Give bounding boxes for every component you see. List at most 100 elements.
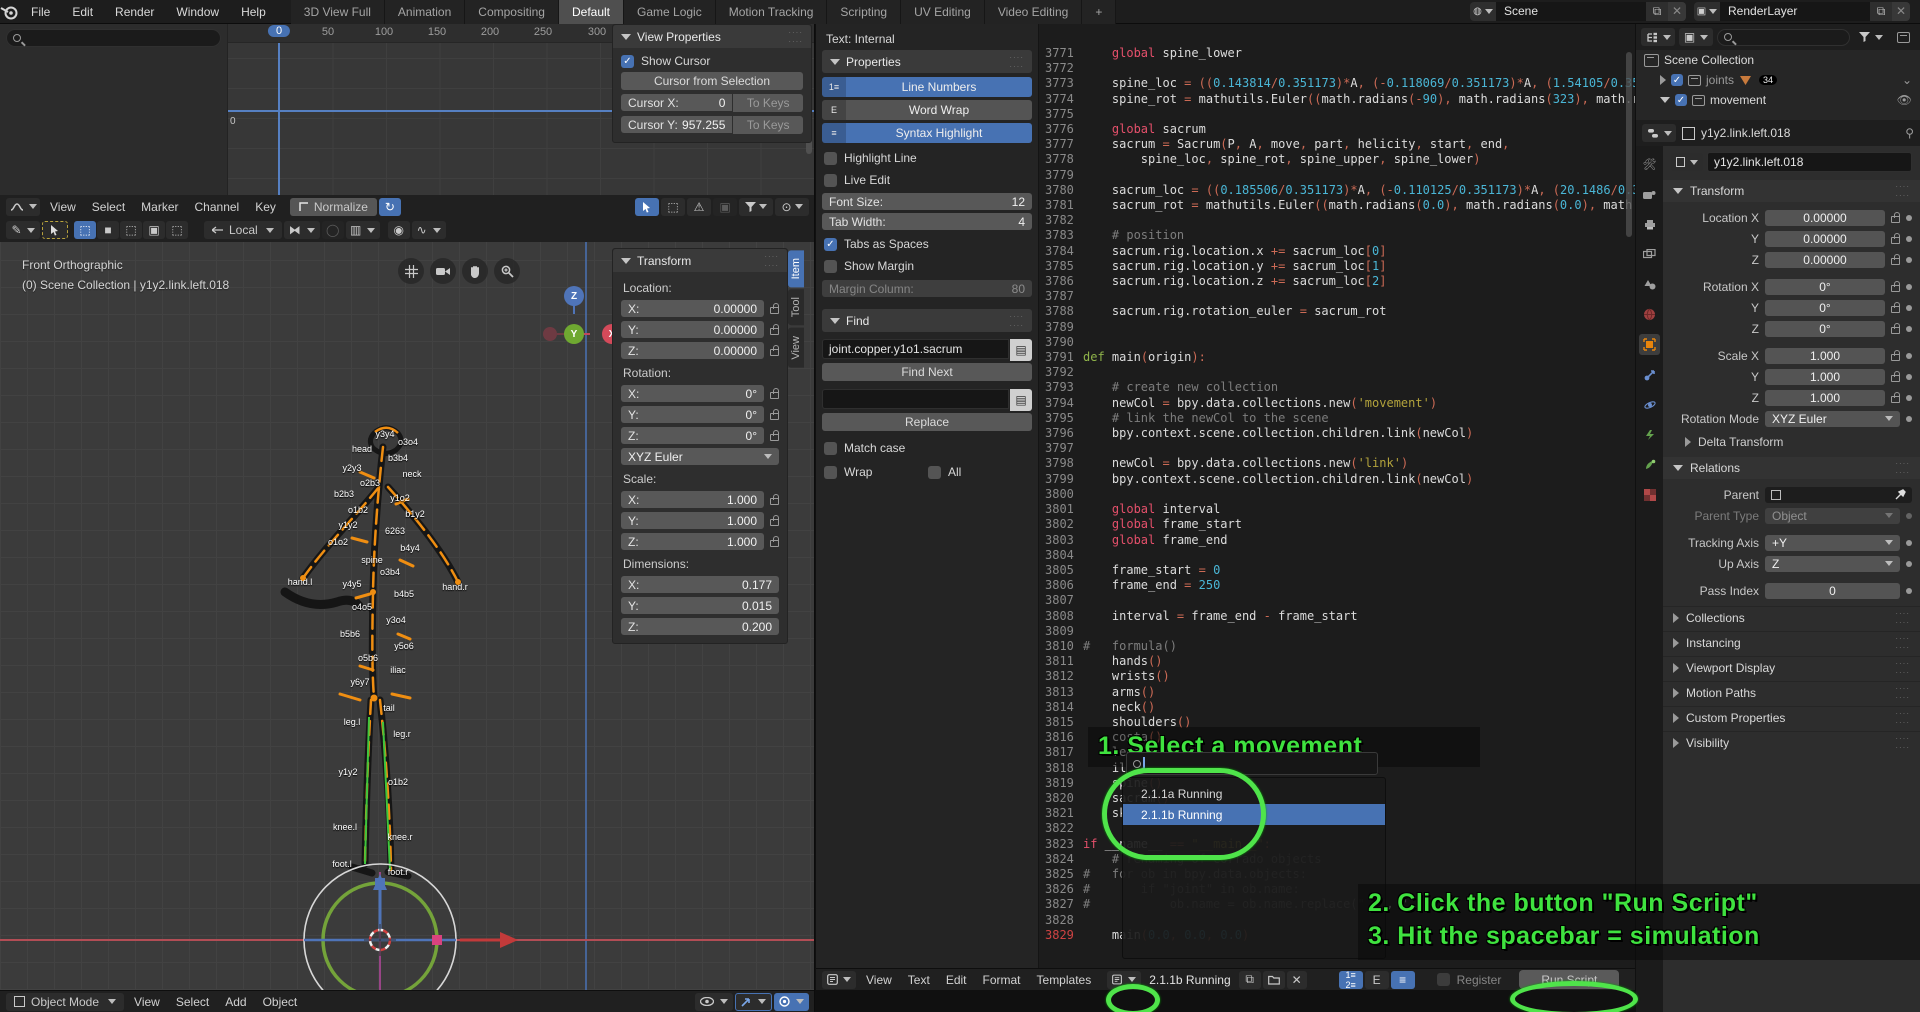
lock-icon[interactable] [1891,258,1900,265]
select-tool-icon[interactable] [635,198,659,216]
code-line[interactable]: 3809 [1039,624,1635,639]
lock-icon[interactable] [1891,396,1900,403]
value-field[interactable]: 0.00000 [1765,231,1885,247]
animate-dot-icon[interactable] [1906,326,1912,332]
ruler-frame-label[interactable]: 100 [375,26,393,38]
line-numbers-toggle-icon[interactable]: 1≡2≡ [1339,971,1363,989]
code-line[interactable]: 3799 bpy.context.scene.collection.childr… [1039,472,1635,487]
tracking-axis-row[interactable]: Tracking Axis +Y [1671,533,1912,552]
value-field[interactable]: 1.000 [1765,369,1885,385]
code-line[interactable]: 3800 [1039,487,1635,502]
value-field[interactable]: 1.000 [1765,348,1885,364]
code-line[interactable]: 3773 spine_loc = ((0.143814/0.351173)*A,… [1039,76,1635,91]
code-line[interactable]: 3777 sacrum = Sacrum(P, A, move, part, h… [1039,137,1635,152]
lock-icon[interactable] [770,434,779,441]
checkbox-highlight-line[interactable]: Highlight Line [824,151,1032,165]
rotation-mode-dropdown[interactable]: XYZ Euler [1765,411,1900,427]
filter-icon[interactable] [739,198,773,216]
find-panel-header[interactable]: Find········ [822,309,1032,332]
up-axis-dropdown[interactable]: Z [1765,556,1900,572]
animate-dot-icon[interactable] [1906,353,1912,359]
replace-from-text-icon[interactable]: ▤ [1010,389,1032,411]
normalize-toggle[interactable]: Normalize [290,198,377,216]
lock-icon[interactable] [770,540,779,547]
show-cursor-checkbox[interactable]: ✓Show Cursor [621,54,803,68]
section-viewport-display[interactable]: Viewport Display········ [1663,656,1920,678]
cursor-tool-icon[interactable] [42,221,68,239]
select-mode-and-icon[interactable]: ⬚ [166,221,188,239]
workspace-tab-motion-tracking[interactable]: Motion Tracking [716,0,828,24]
tab-object-icon-active[interactable] [1639,334,1660,355]
rotation-y-field[interactable]: Y:0° [621,406,779,423]
match-case-checkbox[interactable]: Match case [824,441,1032,455]
code-line[interactable]: 3787 [1039,289,1635,304]
tab-physics-icon[interactable] [1639,424,1660,445]
margin-column-field[interactable]: Margin Column:80 [822,280,1032,297]
graph-menu-marker[interactable]: Marker [133,200,186,214]
playhead[interactable] [278,43,280,195]
chevron-icon[interactable]: ⌄ [1902,73,1912,87]
proportional-edit-icon[interactable]: ◯ [322,221,344,239]
npanel-tab-item[interactable]: Item [788,250,804,287]
tab-render-icon[interactable] [1639,184,1660,205]
panel-grip-icon[interactable]: ········ [764,252,779,270]
lock-icon[interactable] [770,307,779,314]
lock-icon[interactable] [770,349,779,356]
proportional-dropdown[interactable] [774,993,809,1011]
topbar-menu-file[interactable]: File [20,0,61,24]
workspace-tab-scripting[interactable]: Scripting [827,0,901,24]
code-line[interactable]: 3810# formula() [1039,639,1635,654]
tab-world-icon[interactable] [1639,304,1660,325]
graph-menu-select[interactable]: Select [84,200,133,214]
graph-menu-channel[interactable]: Channel [187,200,248,214]
collection-checkbox[interactable]: ✓ [1671,74,1683,86]
animate-dot-icon[interactable] [1906,257,1912,263]
value-field[interactable]: 0.00000 [1765,252,1885,268]
dimensions-x-field[interactable]: X:0.177 [621,576,779,593]
dimensions-z-field[interactable]: Z:0.200 [621,618,779,635]
up-axis-row[interactable]: Up Axis Z [1671,554,1912,573]
unlink-text-icon[interactable]: ✕ [1287,971,1307,989]
select-mode-new-icon[interactable]: ■ [97,221,119,239]
lock-icon[interactable] [1891,285,1900,292]
code-line[interactable]: 3784 sacrum.rig.location.x += sacrum_loc… [1039,244,1635,259]
object-name-field[interactable]: y1y2.link.left.018 [1707,152,1912,172]
code-line[interactable]: 3774 spine_rot = mathutils.Euler((math.r… [1039,92,1635,107]
prop-row-7[interactable]: Y1.000 [1671,367,1912,386]
rotation-mode-row[interactable]: Rotation Mode XYZ Euler [1671,409,1912,428]
value-field[interactable]: 0° [1765,300,1885,316]
cursor-x-field[interactable]: Cursor X:0 [621,94,732,111]
topbar-menu-window[interactable]: Window [165,0,230,24]
animate-dot-icon[interactable] [1906,284,1912,290]
code-line[interactable]: 3812 wrists() [1039,669,1635,684]
grid-toggle-icon[interactable] [398,258,424,284]
text-datablock-name[interactable]: 2.1.1b Running [1143,973,1236,987]
ruler-frame-label[interactable]: 300 [588,26,606,38]
code-line[interactable]: 3797 [1039,441,1635,456]
axis-y-ball[interactable]: Y [564,324,584,344]
current-frame-indicator[interactable]: 0 [268,25,290,37]
animate-dot-icon[interactable] [1906,305,1912,311]
viewport-menu-object[interactable]: Object [255,995,306,1009]
code-line[interactable]: 3778 spine_loc, spine_rot, spine_upper, … [1039,152,1635,167]
section-collections[interactable]: Collections········ [1663,606,1920,628]
all-checkbox[interactable]: All [928,465,1032,479]
cursor-from-selection-button[interactable]: Cursor from Selection [621,72,803,90]
animate-dot-icon[interactable] [1906,374,1912,380]
workspace-tab-3d-view-full[interactable]: 3D View Full [291,0,385,24]
workspace-tab-compositing[interactable]: Compositing [465,0,559,24]
code-line[interactable]: 3793 # create new collection [1039,380,1635,395]
npanel-tab-tool[interactable]: Tool [788,289,804,325]
cursor-x-to-keys-button[interactable]: To Keys [733,94,803,112]
location-x-field[interactable]: X:0.00000 [621,300,779,317]
code-line[interactable]: 3804 [1039,548,1635,563]
annotate-tool-icon[interactable]: ✎ [6,221,40,239]
viewport-menu-select[interactable]: Select [168,995,217,1009]
channel-search-input[interactable] [6,29,221,47]
outliner-search-input[interactable] [1717,29,1850,46]
tab-tool-icon[interactable]: 🛠︎ [1639,154,1660,175]
npanel-tab-view[interactable]: View [788,328,804,368]
scene-name[interactable]: Scene [1496,2,1646,21]
disclosure-icon[interactable] [1660,75,1666,85]
rotation-z-field[interactable]: Z:0° [621,427,779,444]
